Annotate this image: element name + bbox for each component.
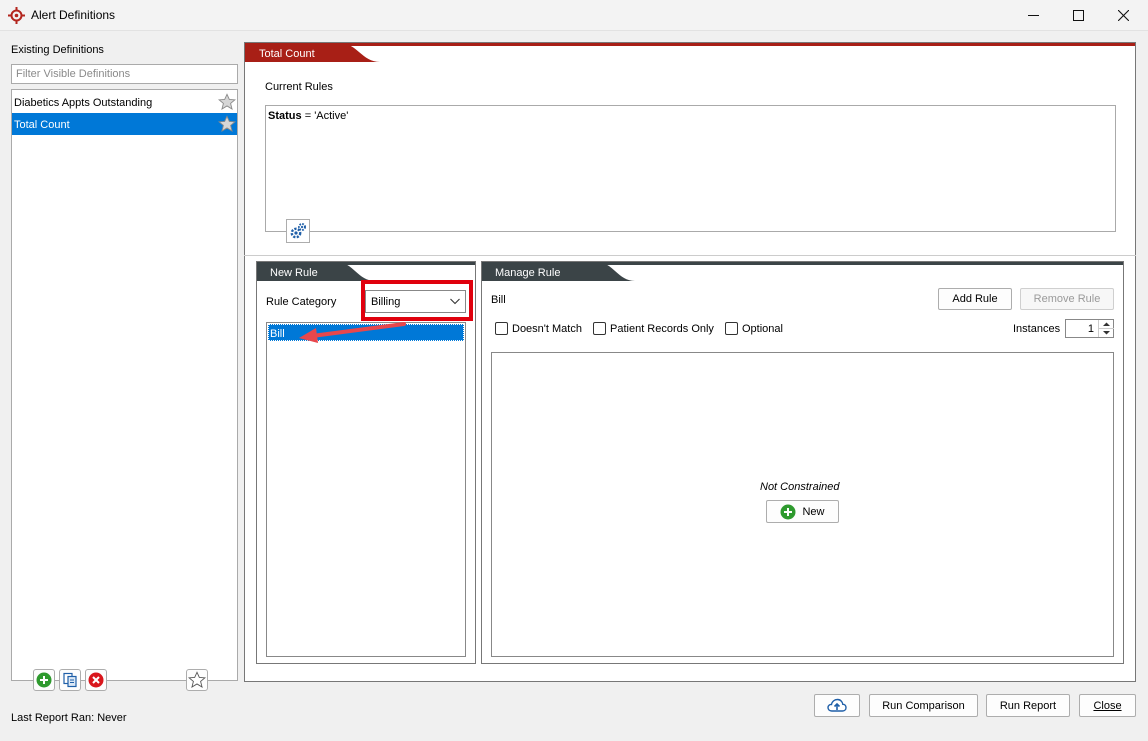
manage-rule-header-shape: [482, 262, 1123, 281]
add-definition-button[interactable]: [33, 669, 55, 691]
copy-definition-button[interactable]: [59, 669, 81, 691]
last-report-status: Last Report Ran: Never: [11, 712, 127, 724]
instances-value: 1: [1087, 323, 1094, 335]
existing-definitions-heading: Existing Definitions: [11, 44, 104, 56]
new-rule-title: New Rule: [270, 267, 318, 279]
rule-field: Status: [268, 110, 302, 122]
definitions-list: Diabetics Appts Outstanding Total Count: [11, 89, 238, 681]
run-comparison-button[interactable]: Run Comparison: [869, 694, 978, 717]
manage-rule-title: Manage Rule: [495, 267, 561, 279]
current-rules-box[interactable]: Status = 'Active': [265, 105, 1116, 232]
checkbox-box[interactable]: [593, 322, 606, 335]
close-icon: [1117, 10, 1129, 21]
gears-icon: [290, 223, 306, 239]
stepper-buttons[interactable]: [1098, 320, 1114, 337]
optional-checkbox[interactable]: Optional: [725, 322, 783, 335]
maximize-button[interactable]: [1055, 0, 1101, 31]
doesnt-match-checkbox[interactable]: Doesn't Match: [495, 322, 582, 335]
app-logo-icon: [8, 7, 25, 24]
checkbox-box[interactable]: [495, 322, 508, 335]
definition-item-diabetics[interactable]: Diabetics Appts Outstanding: [12, 91, 237, 113]
not-constrained-label: Not Constrained: [760, 481, 840, 493]
definition-label: Total Count: [14, 119, 70, 131]
current-rules-label: Current Rules: [265, 81, 333, 93]
rule-type-list: Bill: [266, 322, 466, 657]
annotation-arrow-icon: [299, 322, 406, 343]
checkbox-label: Doesn't Match: [512, 322, 582, 335]
definition-label: Diabetics Appts Outstanding: [14, 97, 153, 109]
rule-settings-button[interactable]: [286, 219, 310, 243]
title-bar: [0, 0, 1148, 31]
filter-definitions-input[interactable]: [11, 64, 238, 84]
delete-icon: [88, 672, 104, 688]
new-button-label: New: [802, 505, 825, 518]
checkbox-label: Patient Records Only: [610, 322, 714, 335]
tab-header-shape: [245, 43, 1135, 62]
run-report-button[interactable]: Run Report: [986, 694, 1070, 717]
favorite-star-icon[interactable]: [218, 115, 236, 133]
upload-button[interactable]: [814, 694, 860, 717]
annotation-highlight-box: [361, 280, 473, 321]
definition-item-total-count[interactable]: Total Count: [12, 113, 237, 135]
selected-rule-label: Bill: [491, 294, 506, 306]
current-rule-text: Status = 'Active': [268, 110, 348, 122]
rule-value: 'Active': [314, 110, 349, 122]
new-constraint-button[interactable]: New: [766, 500, 839, 523]
delete-definition-button[interactable]: [85, 669, 107, 691]
add-icon: [36, 672, 52, 688]
favorite-star-icon[interactable]: [218, 93, 236, 111]
window-title: Alert Definitions: [31, 8, 116, 22]
remove-rule-button[interactable]: Remove Rule: [1020, 288, 1114, 310]
rule-operator: =: [304, 110, 312, 122]
stepper-arrows-icon: [1099, 322, 1114, 335]
add-icon: [780, 504, 796, 519]
cloud-upload-icon: [827, 698, 847, 712]
patient-records-only-checkbox[interactable]: Patient Records Only: [593, 322, 714, 335]
checkbox-label: Optional: [742, 322, 783, 335]
definition-tab-title: Total Count: [259, 48, 315, 60]
star-icon: [188, 671, 206, 688]
section-divider: [244, 255, 1136, 256]
minimize-icon: [1027, 15, 1039, 16]
maximize-icon: [1072, 10, 1084, 21]
instances-label: Instances: [1013, 323, 1061, 335]
minimize-button[interactable]: [1010, 0, 1056, 31]
favorite-filter-button[interactable]: [186, 669, 208, 691]
add-rule-button[interactable]: Add Rule: [938, 288, 1012, 310]
close-button[interactable]: Close: [1079, 694, 1136, 717]
instances-stepper[interactable]: 1: [1065, 319, 1114, 338]
checkbox-box[interactable]: [725, 322, 738, 335]
rule-category-label: Rule Category: [266, 296, 337, 308]
copy-icon: [63, 672, 77, 688]
close-window-button[interactable]: [1100, 0, 1146, 31]
